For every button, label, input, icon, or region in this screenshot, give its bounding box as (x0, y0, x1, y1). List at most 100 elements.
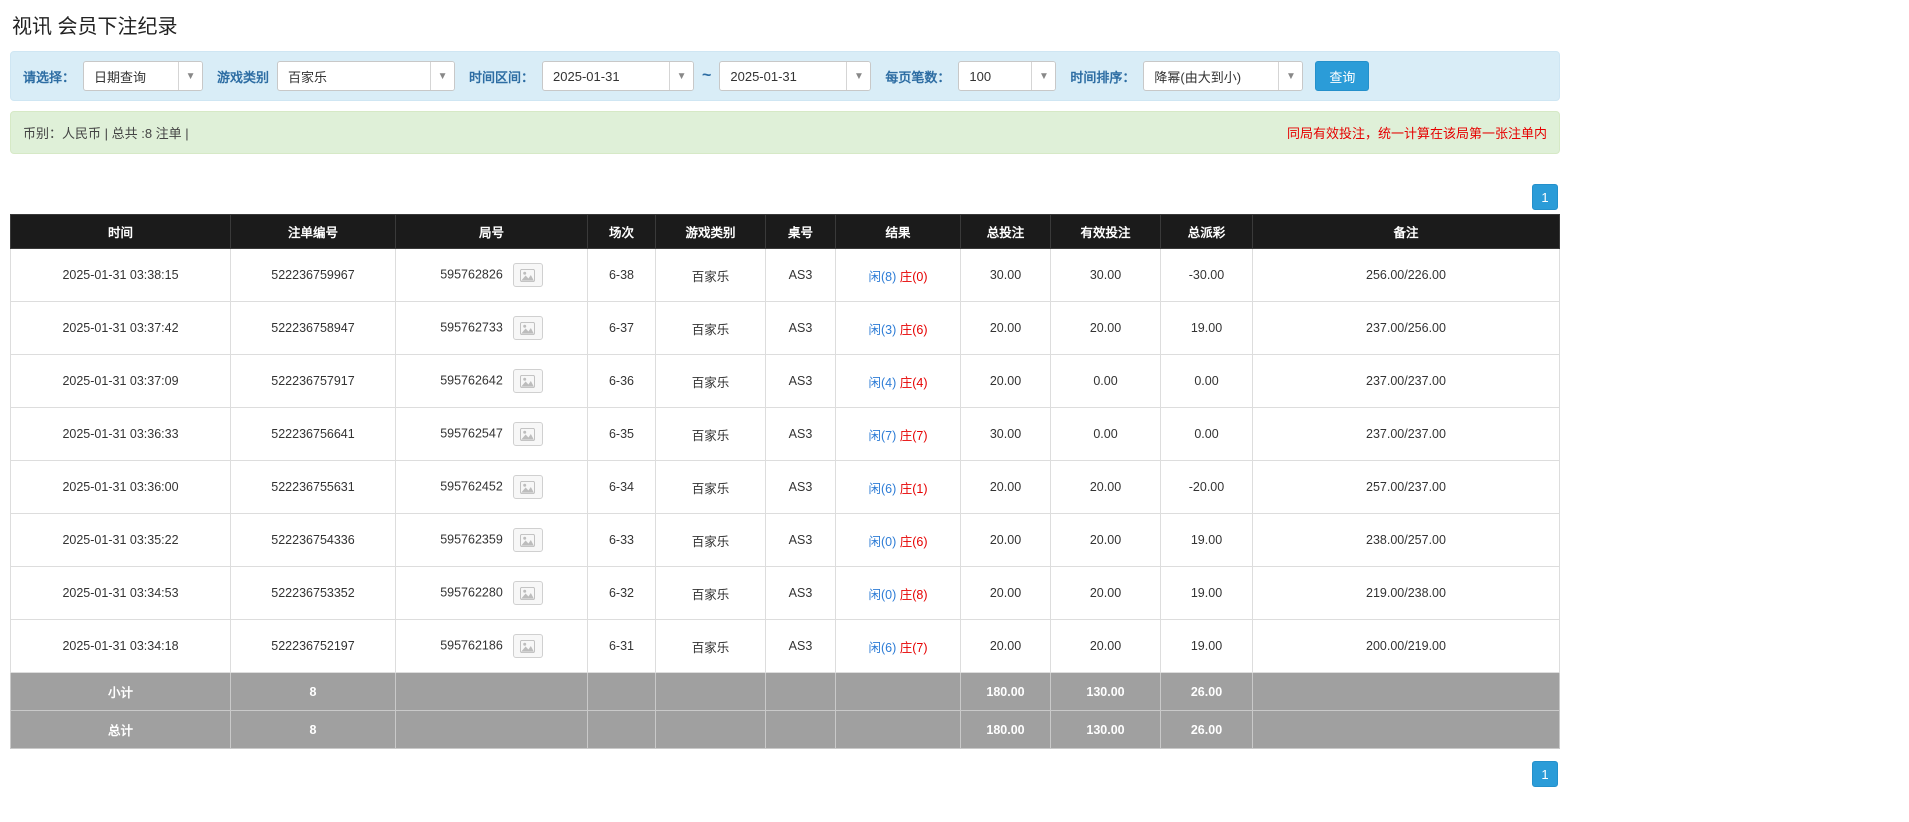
cell-game-type: 百家乐 (655, 354, 766, 408)
total-count: 8 (230, 710, 396, 749)
game-type-label: 游戏类别 (217, 69, 270, 85)
cell-empty (765, 672, 836, 711)
cell-session: 6-37 (587, 301, 656, 355)
cell-bet-id: 522236752197 (230, 619, 396, 673)
chevron-down-icon: ▼ (1278, 62, 1303, 90)
result-player: 闲(3) (868, 322, 897, 337)
page-size-select[interactable]: 100 ▼ (958, 61, 1057, 91)
sort-select[interactable]: 降幂(由大到小) ▼ (1143, 61, 1304, 91)
game-type-select[interactable]: 百家乐 ▼ (277, 61, 456, 91)
round-id: 595762186 (440, 638, 503, 653)
result-banker: 庄(6) (899, 322, 928, 337)
column-header-8: 有效投注 (1050, 214, 1161, 249)
cell-remark: 256.00/226.00 (1252, 248, 1560, 302)
cell-session: 6-32 (587, 566, 656, 620)
cell-valid-bet: 20.00 (1050, 301, 1161, 355)
subtotal-payout: 26.00 (1160, 672, 1253, 711)
cell-empty (655, 710, 766, 749)
cell-round-id: 595762547 (395, 407, 588, 461)
round-id: 595762452 (440, 479, 503, 494)
view-image-button[interactable] (512, 422, 543, 446)
cell-session: 6-38 (587, 248, 656, 302)
view-image-button[interactable] (512, 369, 543, 393)
cell-total-bet[interactable]: 20.00 (960, 301, 1051, 355)
result-player: 闲(4) (868, 375, 897, 390)
cell-payout: 19.00 (1160, 513, 1253, 567)
view-image-button[interactable] (512, 581, 543, 605)
cell-bet-id: 522236757917 (230, 354, 396, 408)
cell-total-bet[interactable]: 20.00 (960, 460, 1051, 514)
cell-total-bet[interactable]: 20.00 (960, 354, 1051, 408)
cell-result: 闲(3) 庄(6) (835, 301, 961, 355)
column-header-0: 时间 (10, 214, 231, 249)
cell-empty (395, 710, 588, 749)
cell-total-bet[interactable]: 20.00 (960, 566, 1051, 620)
cell-total-bet[interactable]: 30.00 (960, 248, 1051, 302)
result-banker: 庄(0) (899, 269, 928, 284)
cell-total-bet[interactable]: 30.00 (960, 407, 1051, 461)
page-size-value: 100 (969, 68, 992, 84)
date-from-select[interactable]: 2025-01-31 ▼ (542, 61, 695, 91)
date-to-value: 2025-01-31 (730, 68, 797, 84)
search-button[interactable]: 查询 (1315, 61, 1370, 91)
view-image-button[interactable] (512, 634, 543, 658)
cell-round-id: 595762642 (395, 354, 588, 408)
cell-table-no: AS3 (765, 513, 836, 567)
cell-session: 6-34 (587, 460, 656, 514)
round-id: 595762359 (440, 532, 503, 547)
chevron-down-icon: ▼ (1031, 62, 1056, 90)
cell-valid-bet: 20.00 (1050, 513, 1161, 567)
view-image-button[interactable] (512, 263, 543, 287)
time-range-label: 时间区间： (469, 69, 535, 85)
currency-total-text: 币别：人民币 | 总共 :8 注单 | (23, 126, 189, 141)
column-header-9: 总派彩 (1160, 214, 1253, 249)
page-container: 视讯 会员下注纪录 请选择： 日期查询 ▼ 游戏类别 百家乐 ▼ 时间区间： 2… (0, 0, 1560, 807)
cell-valid-bet: 20.00 (1050, 566, 1161, 620)
result-player: 闲(6) (868, 481, 897, 496)
cell-round-id: 595762826 (395, 248, 588, 302)
view-image-button[interactable] (512, 475, 543, 499)
cell-payout: -30.00 (1160, 248, 1253, 302)
cell-time: 2025-01-31 03:38:15 (10, 248, 231, 302)
cell-remark: 238.00/257.00 (1252, 513, 1560, 567)
cell-bet-id: 522236759967 (230, 248, 396, 302)
cell-time: 2025-01-31 03:35:22 (10, 513, 231, 567)
subtotal-valid-bet: 130.00 (1050, 672, 1161, 711)
cell-payout: 0.00 (1160, 354, 1253, 408)
valid-bet-notice: 同局有效投注，统一计算在该局第一张注单内 (1286, 126, 1547, 141)
cell-remark: 257.00/237.00 (1252, 460, 1560, 514)
cell-total-bet[interactable]: 20.00 (960, 513, 1051, 567)
cell-total-bet[interactable]: 20.00 (960, 619, 1051, 673)
pagination-page-1[interactable]: 1 (1532, 761, 1558, 787)
cell-table-no: AS3 (765, 566, 836, 620)
cell-bet-id: 522236755631 (230, 460, 396, 514)
total-row: 总计 8 180.00 130.00 26.00 (10, 710, 1560, 749)
cell-empty (835, 672, 961, 711)
cell-game-type: 百家乐 (655, 460, 766, 514)
view-image-button[interactable] (512, 528, 543, 552)
result-banker: 庄(7) (899, 640, 928, 655)
round-id: 595762733 (440, 320, 503, 335)
query-type-select[interactable]: 日期查询 ▼ (83, 61, 204, 91)
pagination-bottom: 1 (10, 761, 1560, 787)
subtotal-count: 8 (230, 672, 396, 711)
table-row: 2025-01-31 03:37:42 522236758947 5957627… (10, 301, 1560, 355)
date-from-value: 2025-01-31 (553, 68, 620, 84)
column-header-1: 注单编号 (230, 214, 396, 249)
round-id: 595762826 (440, 267, 503, 282)
cell-table-no: AS3 (765, 619, 836, 673)
view-image-button[interactable] (512, 316, 543, 340)
cell-table-no: AS3 (765, 301, 836, 355)
cell-time: 2025-01-31 03:37:09 (10, 354, 231, 408)
pagination-page-1[interactable]: 1 (1532, 184, 1558, 210)
column-header-5: 桌号 (765, 214, 836, 249)
cell-game-type: 百家乐 (655, 619, 766, 673)
page-size-label: 每页笔数： (885, 69, 951, 85)
table-body: 2025-01-31 03:38:15 522236759967 5957628… (10, 248, 1560, 673)
table-header-row: 时间 注单编号 局号 场次 游戏类别 桌号 结果 总投注 有效投注 总派彩 备注 (10, 214, 1560, 249)
cell-empty (1252, 710, 1560, 749)
result-banker: 庄(4) (899, 375, 928, 390)
cell-round-id: 595762452 (395, 460, 588, 514)
date-to-select[interactable]: 2025-01-31 ▼ (719, 61, 872, 91)
result-player: 闲(8) (868, 269, 897, 284)
